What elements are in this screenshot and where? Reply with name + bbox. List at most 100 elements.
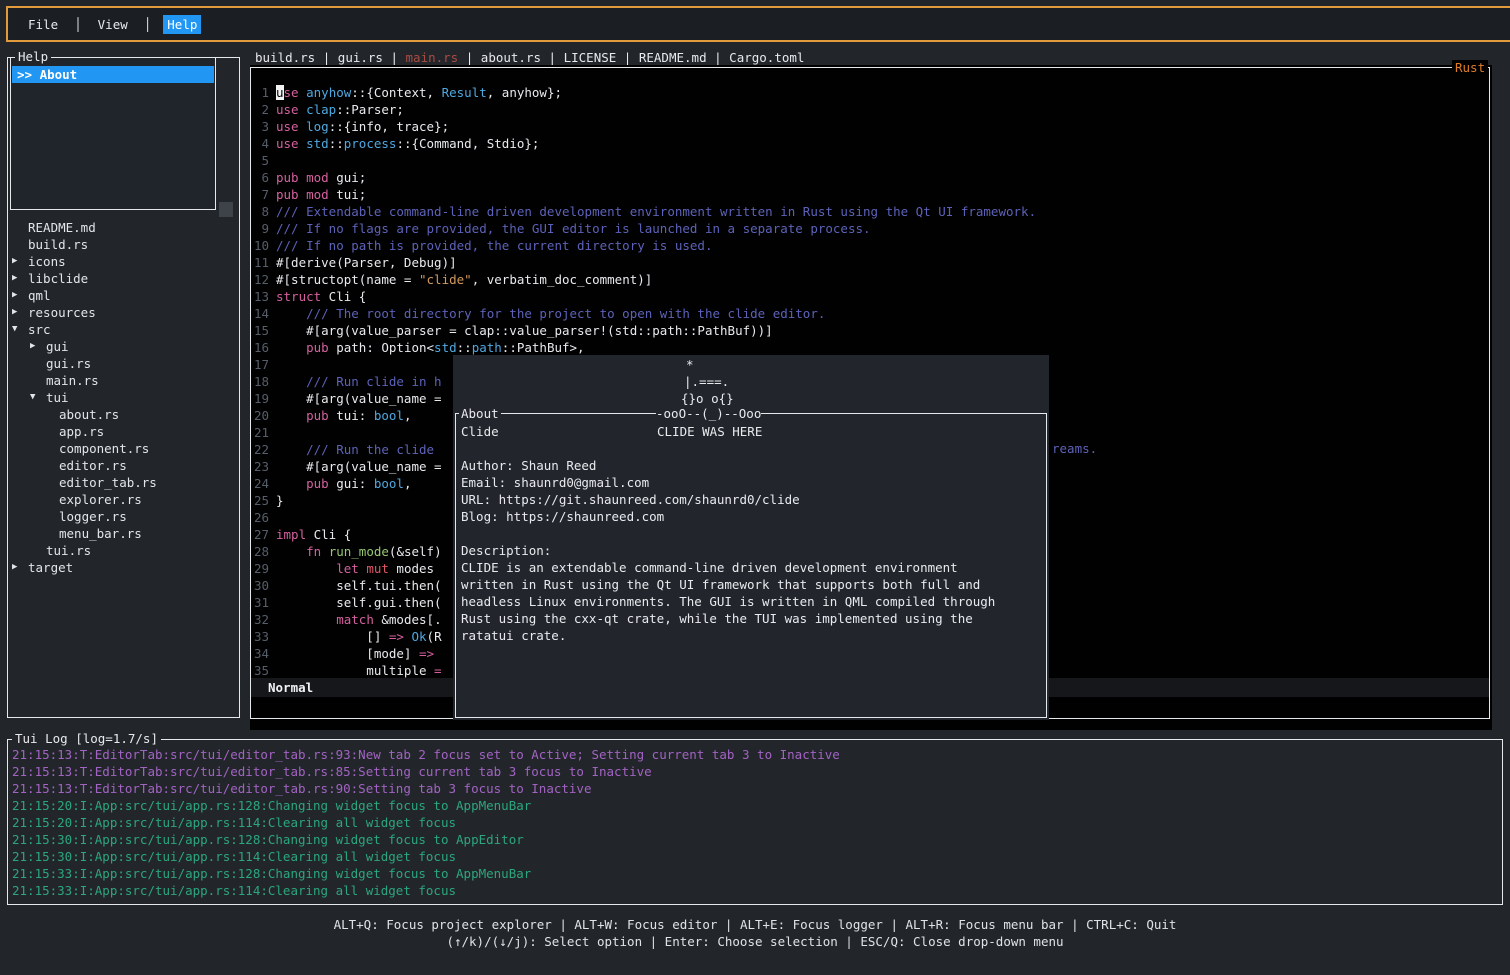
- menu-item-file[interactable]: File: [24, 15, 62, 34]
- tree-item-tui-rs[interactable]: tui.rs: [8, 542, 238, 559]
- code-text: #[arg(value_parser = clap::value_parser!…: [276, 323, 773, 338]
- chevron-collapsed-icon: ▶: [12, 304, 17, 321]
- code-line: 4use std::process::{Command, Stdio};: [252, 135, 1488, 152]
- tab-readme-md[interactable]: README.md: [639, 50, 707, 65]
- tab-gui-rs[interactable]: gui.rs: [338, 50, 383, 65]
- line-number: 28: [252, 543, 269, 560]
- tree-item-label: editor_tab.rs: [59, 474, 157, 491]
- line-number: 18: [252, 373, 269, 390]
- line-number: 13: [252, 288, 269, 305]
- about-popup-row: Author: Shaun Reed: [461, 457, 1045, 474]
- code-text: /// Run the clide: [276, 442, 442, 457]
- menu-item-view[interactable]: View: [94, 15, 132, 34]
- tab-separator: |: [616, 50, 639, 65]
- about-popup-row: Blog: https://shaunreed.com: [461, 508, 1045, 525]
- code-text: [mode] =>: [276, 646, 434, 661]
- code-line: 16 pub path: Option<std::path::PathBuf>,: [252, 339, 1488, 356]
- tree-item-label: resources: [28, 304, 96, 321]
- code-line: 2use clap::Parser;: [252, 101, 1488, 118]
- tab-separator: |: [383, 50, 406, 65]
- line-number: 16: [252, 339, 269, 356]
- chevron-collapsed-icon: ▶: [12, 270, 17, 287]
- tab-separator: |: [315, 50, 338, 65]
- tree-item-menu-bar-rs[interactable]: menu_bar.rs: [8, 525, 238, 542]
- tree-item-label: gui.rs: [46, 355, 91, 372]
- tab-separator: |: [458, 50, 481, 65]
- log-entry: 21:15:13:T:EditorTab:src/tui/editor_tab.…: [12, 746, 840, 763]
- tree-item-editor-rs[interactable]: editor.rs: [8, 457, 238, 474]
- tree-item-label: menu_bar.rs: [59, 525, 142, 542]
- line-number: 15: [252, 322, 269, 339]
- log-entry: 21:15:30:I:App:src/tui/app.rs:128:Changi…: [12, 831, 524, 848]
- tree-item-tui[interactable]: ▼tui: [8, 389, 238, 406]
- tab-cargo-toml[interactable]: Cargo.toml: [729, 50, 804, 65]
- tree-item-readme-md[interactable]: README.md: [8, 219, 238, 236]
- about-popup-row: URL: https://git.shaunreed.com/shaunrd0/…: [461, 491, 1045, 508]
- tree-item-libclide[interactable]: ▶libclide: [8, 270, 238, 287]
- code-text: /// The root directory for the project t…: [276, 306, 825, 321]
- line-number: 30: [252, 577, 269, 594]
- tree-item-label: about.rs: [59, 406, 119, 423]
- tree-item-label: component.rs: [59, 440, 149, 457]
- line-number: 35: [252, 662, 269, 679]
- line-number: 27: [252, 526, 269, 543]
- dropdown-item-about[interactable]: >> About: [12, 66, 214, 83]
- log-entry: 21:15:20:I:App:src/tui/app.rs:114:Cleari…: [12, 814, 456, 831]
- editor-mode-indicator: Normal: [268, 679, 313, 696]
- about-popup-title: About: [459, 406, 501, 421]
- tree-item-component-rs[interactable]: component.rs: [8, 440, 238, 457]
- tab-about-rs[interactable]: about.rs: [481, 50, 541, 65]
- tree-item-qml[interactable]: ▶qml: [8, 287, 238, 304]
- tree-item-build-rs[interactable]: build.rs: [8, 236, 238, 253]
- code-text: use log::{info, trace};: [276, 119, 449, 134]
- tree-item-editor-tab-rs[interactable]: editor_tab.rs: [8, 474, 238, 491]
- tree-item-gui-rs[interactable]: gui.rs: [8, 355, 238, 372]
- tab-build-rs[interactable]: build.rs: [255, 50, 315, 65]
- code-text: #[derive(Parser, Debug)]: [276, 255, 457, 270]
- code-text: pub mod tui;: [276, 187, 366, 202]
- chevron-collapsed-icon: ▶: [12, 253, 17, 270]
- tab-license[interactable]: LICENSE: [564, 50, 617, 65]
- tree-item-label: main.rs: [46, 372, 99, 389]
- code-line: 8/// Extendable command-line driven deve…: [252, 203, 1488, 220]
- code-text: match &modes[.: [276, 612, 442, 627]
- tree-item-explorer-rs[interactable]: explorer.rs: [8, 491, 238, 508]
- language-badge: Rust: [1452, 60, 1488, 75]
- tree-item-main-rs[interactable]: main.rs: [8, 372, 238, 389]
- line-number: 6: [252, 169, 269, 186]
- tree-item-label: src: [28, 321, 51, 338]
- chevron-expanded-icon: ▼: [12, 321, 17, 338]
- tree-item-gui[interactable]: ▶gui: [8, 338, 238, 355]
- code-text: multiple =: [276, 663, 442, 678]
- ascii-art-star: *: [686, 356, 694, 373]
- tree-item-about-rs[interactable]: about.rs: [8, 406, 238, 423]
- tree-item-app-rs[interactable]: app.rs: [8, 423, 238, 440]
- tree-item-icons[interactable]: ▶icons: [8, 253, 238, 270]
- log-entry: 21:15:13:T:EditorTab:src/tui/editor_tab.…: [12, 763, 652, 780]
- about-popup-row: [461, 525, 1045, 542]
- code-line: 13struct Cli {: [252, 288, 1488, 305]
- tree-item-target[interactable]: ▶target: [8, 559, 238, 576]
- tree-item-label: logger.rs: [59, 508, 127, 525]
- line-number: 3: [252, 118, 269, 135]
- code-text: #[arg(value_name =: [276, 459, 442, 474]
- code-line: 11#[derive(Parser, Debug)]: [252, 254, 1488, 271]
- tree-item-logger-rs[interactable]: logger.rs: [8, 508, 238, 525]
- code-line: 12#[structopt(name = "clide", verbatim_d…: [252, 271, 1488, 288]
- code-text: impl Cli {: [276, 527, 351, 542]
- menu-item-help[interactable]: Help: [163, 15, 201, 34]
- tree-item-resources[interactable]: ▶ resources: [8, 304, 238, 321]
- code-text: [] => Ok(R: [276, 629, 442, 644]
- line-number: 4: [252, 135, 269, 152]
- tree-item-label: qml: [28, 287, 51, 304]
- tui-log-panel: Tui Log [log=1.7/s] 21:15:13:T:EditorTab…: [7, 739, 1503, 905]
- about-popup-row: Description:: [461, 542, 1045, 559]
- about-popup-row: written in Rust using the Qt UI framewor…: [461, 576, 1045, 593]
- code-text: pub path: Option<std::path::PathBuf>,: [276, 340, 585, 355]
- tree-item-label: editor.rs: [59, 457, 127, 474]
- menu-separator: │: [144, 16, 152, 33]
- tab-main-rs[interactable]: main.rs: [406, 50, 459, 65]
- explorer-scrollbar-thumb[interactable]: [219, 202, 233, 217]
- tree-item-src[interactable]: ▼ src: [8, 321, 238, 338]
- clide-tui-app: File│View│Help README.mdbuild.rs▶icons▶l…: [0, 0, 1510, 975]
